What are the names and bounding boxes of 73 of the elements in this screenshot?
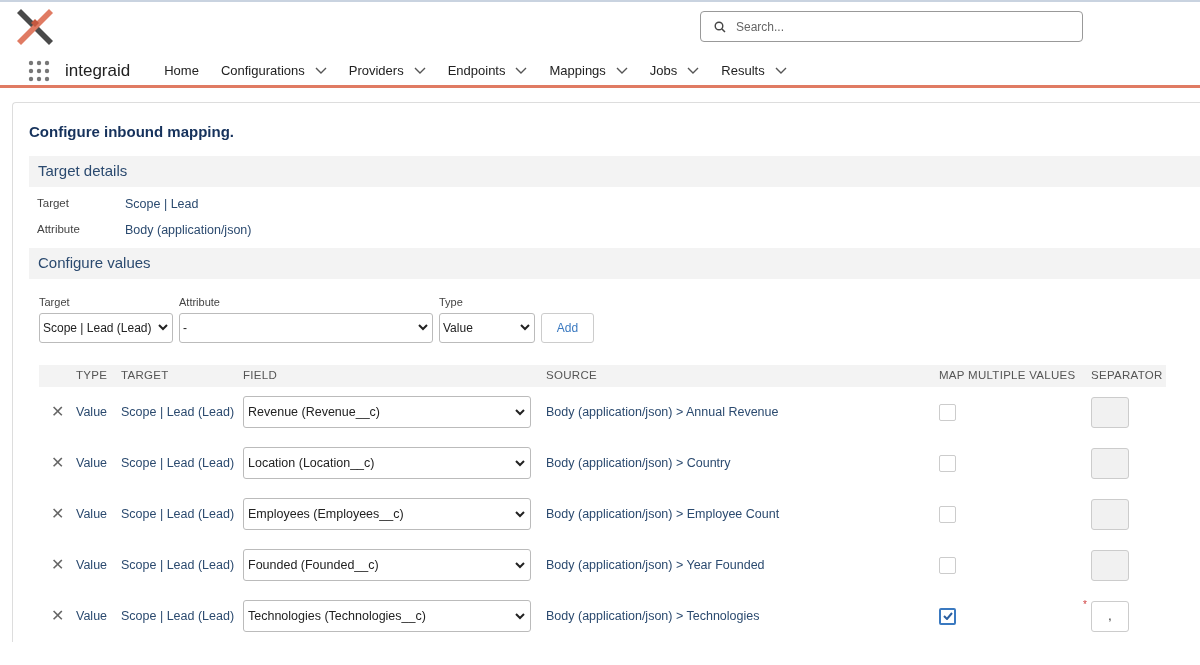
column-header: SOURCE [546, 367, 598, 383]
dropdown[interactable]: Value [439, 312, 535, 343]
field-dropdown[interactable]: Location (Location__c) [243, 447, 531, 479]
table-cell-text: Body (application/json) > Employee Count [546, 505, 781, 523]
chevron-down-icon [520, 324, 530, 331]
nav-item[interactable]: Jobs [649, 61, 700, 81]
table-cell-text: Value [76, 556, 109, 574]
page-title: Configure inbound mapping. [29, 122, 235, 142]
app-launcher-icon[interactable] [28, 59, 50, 82]
remove-button[interactable]: ✕ [49, 400, 66, 424]
table-cell-text: Value [76, 403, 109, 421]
section-title: Target details [38, 161, 128, 182]
chevron-down-icon [515, 408, 525, 416]
checkbox[interactable] [939, 607, 956, 625]
column-header: SEPARATOR [1091, 367, 1164, 383]
column-header: FIELD [243, 367, 279, 383]
checkbox[interactable] [939, 403, 956, 421]
table-cell-text: Value [76, 607, 109, 625]
nav-item[interactable]: Results [721, 61, 787, 81]
chevron-down-icon [515, 612, 525, 620]
detail-label: Attribute [37, 222, 81, 238]
table-cell-text: Value [76, 505, 109, 523]
chevron-down-icon [515, 459, 525, 467]
table-cell-text: Body (application/json) > Country [546, 454, 732, 472]
table-cell-text: Scope | Lead (Lead) [121, 505, 236, 523]
field-dropdown[interactable]: Founded (Founded__c) [243, 549, 531, 581]
chevron-down-icon [515, 510, 525, 518]
column-header: TARGET [121, 367, 170, 383]
field-label: Target [39, 295, 71, 310]
checkmark-icon [942, 612, 953, 620]
table-cell-text: Body (application/json) > Year Founded [546, 556, 766, 574]
field-label: Type [439, 295, 464, 310]
column-header: MAP MULTIPLE VALUES [939, 367, 1077, 383]
checkbox[interactable] [939, 454, 956, 472]
detail-value: Scope | Lead [125, 195, 199, 213]
separator-field[interactable]: , [1091, 600, 1129, 632]
field-dropdown[interactable]: Revenue (Revenue__c) [243, 396, 531, 428]
dropdown[interactable]: Scope | Lead (Lead) [39, 312, 173, 343]
checkbox[interactable] [939, 556, 956, 574]
field-dropdown[interactable]: Employees (Employees__c) [243, 498, 531, 530]
table-cell-text: Scope | Lead (Lead) [121, 454, 236, 472]
detail-label: Target [37, 196, 70, 212]
table-cell-text: Scope | Lead (Lead) [121, 607, 236, 625]
field-dropdown[interactable]: Technologies (Technologies__c) [243, 600, 531, 632]
table-cell-text: Body (application/json) > Annual Revenue [546, 403, 780, 421]
chevron-down-icon [158, 324, 168, 331]
app-name: integraid [65, 60, 131, 82]
chevron-down-icon [515, 561, 525, 569]
table-cell-text: Scope | Lead (Lead) [121, 556, 236, 574]
section-title: Configure values [38, 253, 151, 274]
nav-item[interactable]: Home [164, 61, 199, 81]
search-field[interactable]: Search... [700, 11, 1083, 42]
nav-item[interactable]: Configurations [220, 61, 327, 81]
required-mark: * [1083, 597, 1087, 612]
field-label: Attribute [179, 295, 221, 310]
column-header: TYPE [76, 367, 109, 383]
detail-value: Body (application/json) [125, 221, 252, 239]
table-cell-text: Scope | Lead (Lead) [121, 403, 236, 421]
table-cell-text: Body (application/json) > Technologies [546, 607, 761, 625]
nav-item[interactable]: Mappings [549, 61, 628, 81]
remove-button[interactable]: ✕ [49, 604, 66, 628]
checkbox[interactable] [939, 505, 956, 523]
add-button[interactable]: Add [541, 312, 594, 343]
remove-button[interactable]: ✕ [49, 553, 66, 577]
search-icon [714, 21, 726, 33]
remove-button[interactable]: ✕ [49, 502, 66, 526]
remove-button[interactable]: ✕ [49, 451, 66, 475]
chevron-down-icon [418, 324, 428, 331]
dropdown[interactable]: - [179, 312, 433, 343]
table-cell-text: Value [76, 454, 109, 472]
logo-icon [17, 9, 53, 45]
nav-item[interactable]: Providers [348, 61, 426, 81]
nav-item[interactable]: Endpoints [447, 61, 528, 81]
